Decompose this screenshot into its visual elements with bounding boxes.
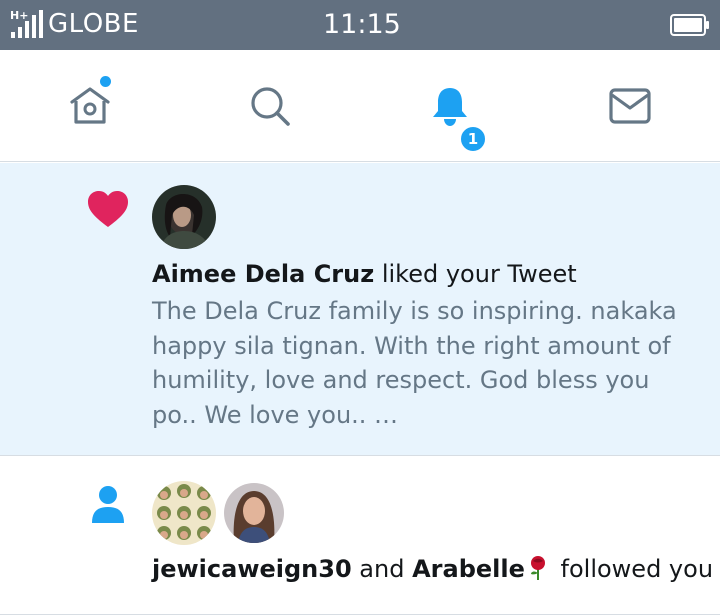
actor-name[interactable]: jewicaweign30 [152, 555, 352, 583]
tweet-text: The Dela Cruz family is so inspiring. na… [152, 297, 677, 429]
battery-icon [670, 14, 709, 36]
notification-count-badge: 1 [459, 125, 487, 153]
status-bar: H+ GLOBE 11:15 [0, 0, 720, 50]
tab-messages[interactable] [540, 50, 720, 162]
user-avatar-image [152, 185, 216, 249]
notification-title: Aimee Dela Cruz liked your Tweet [152, 260, 577, 288]
tab-home[interactable] [0, 50, 180, 162]
user-avatar-image [224, 483, 284, 543]
mail-icon [609, 88, 651, 124]
avatar[interactable] [152, 481, 216, 545]
search-icon [251, 87, 290, 126]
rose-emoji [530, 556, 545, 580]
network-type-label: H+ [10, 9, 28, 22]
avatar[interactable] [222, 481, 286, 545]
notification-like[interactable]: Aimee Dela Cruz liked your Tweet The Del… [0, 163, 720, 456]
user-avatar-image [152, 481, 216, 545]
notification-follow[interactable]: jewicaweign30 and Arabelle followed you [0, 457, 720, 615]
home-icon [70, 87, 110, 124]
clock: 11:15 [323, 9, 401, 40]
bell-icon [433, 88, 467, 126]
notification-title: jewicaweign30 and Arabelle followed you [152, 555, 713, 583]
tab-bar: 1 [0, 50, 720, 211]
connector-text: and [351, 555, 413, 583]
tab-notifications[interactable] [360, 50, 540, 162]
carrier-name: GLOBE [48, 9, 139, 39]
person-icon [92, 486, 124, 523]
home-unread-dot [100, 76, 111, 87]
actor-name[interactable]: Aimee Dela Cruz [152, 260, 374, 288]
notification-action-text: liked your Tweet [374, 260, 577, 288]
heart-icon [88, 191, 128, 227]
notification-action-text: followed you [552, 555, 714, 583]
avatar[interactable] [152, 185, 216, 249]
actor-name[interactable]: Arabelle [412, 555, 525, 583]
tab-search[interactable] [180, 50, 360, 162]
signal-icon: H+ [10, 9, 43, 38]
